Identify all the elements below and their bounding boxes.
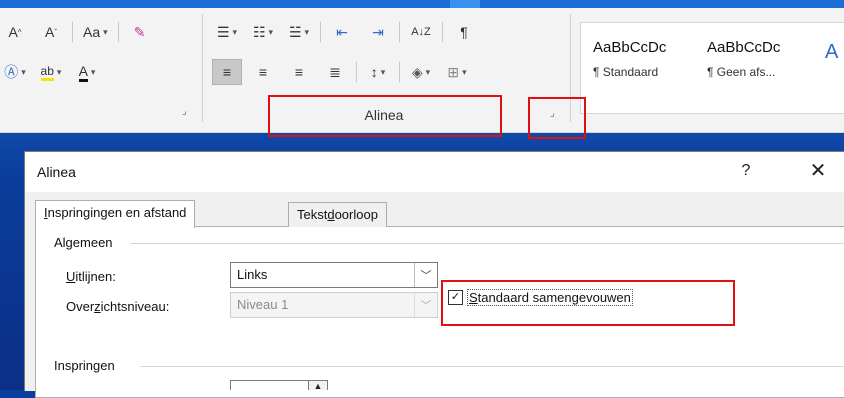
highlight-icon[interactable]: ab ▾ (36, 59, 66, 85)
help-button[interactable]: ? (733, 162, 759, 180)
outline-level-value: Niveau 1 (237, 297, 289, 312)
clear-formatting-icon[interactable]: ✎ (125, 19, 155, 45)
indent-left-spinner[interactable]: ▲ (230, 380, 328, 390)
style-geen-afstand[interactable]: AaBbCcDc ¶ Geen afs... (707, 33, 817, 79)
outline-level-select[interactable]: Niveau 1 ﹀ (230, 292, 438, 318)
show-formatting-marks-icon[interactable]: ¶ (449, 19, 479, 45)
paragraph-row-1: ☰ ▾ ☷ ▾ ☱ ▾ ⇤ ⇥ A↓Z ¶ (212, 18, 479, 46)
sort-icon[interactable]: A↓Z (406, 19, 436, 45)
highlight-box-checkbox (441, 280, 735, 326)
section-divider (140, 366, 844, 367)
close-button[interactable]: ✕ (803, 158, 833, 183)
dialog-title: Alinea (37, 164, 76, 180)
shading-icon[interactable]: ◈ ▾ (406, 59, 436, 85)
alignment-label: Uitlijnen: (66, 269, 116, 284)
section-general-title: Algemeen (54, 235, 119, 250)
separator (399, 22, 400, 42)
chevron-down-icon: ﹀ (414, 293, 437, 317)
line-spacing-icon[interactable]: ↕ ▾ (363, 59, 393, 85)
style-next-partial[interactable]: A (825, 41, 838, 64)
styles-gallery: AaBbCcDc ¶ Standaard AaBbCcDc ¶ Geen afs… (580, 22, 844, 114)
font-dialog-launcher-icon[interactable]: ⌟ (182, 106, 187, 117)
decrease-indent-icon[interactable]: ⇤ (327, 19, 357, 45)
desktop-light (450, 0, 480, 8)
paragraph-row-2: ≡ ≡ ≡ ≣ ↕ ▾ ◈ ▾ ⊞ ▾ (212, 58, 472, 86)
borders-icon[interactable]: ⊞ ▾ (442, 59, 472, 85)
highlight-box-launcher (528, 97, 586, 139)
multilevel-list-icon[interactable]: ☱ ▾ (284, 19, 314, 45)
separator (399, 62, 400, 82)
spinner-up-icon[interactable]: ▲ (308, 381, 327, 390)
section-indent-title: Inspringen (54, 358, 121, 373)
style-name: ¶ Standaard (593, 65, 659, 79)
highlight-box-paragraph-label (268, 95, 502, 137)
align-left-icon[interactable]: ≡ (212, 59, 242, 85)
separator (72, 22, 73, 42)
font-row-1: A ^ Aˇ Aa ▾ ✎ (0, 18, 155, 46)
group-separator (202, 14, 203, 122)
change-case-button[interactable]: Aa ▾ (79, 19, 112, 45)
bullets-icon[interactable]: ☰ ▾ (212, 19, 242, 45)
separator (117, 22, 119, 42)
text-effects-icon[interactable]: Ⓐ ▾ (0, 59, 30, 85)
indent-row-partial: ▲ (58, 378, 844, 390)
tab-line-page-breaks[interactable]: Tekstdoorloop (288, 202, 387, 227)
chevron-down-icon: ﹀ (414, 263, 437, 287)
style-name: ¶ Geen afs... (707, 65, 776, 79)
style-standaard[interactable]: AaBbCcDc ¶ Standaard (593, 33, 703, 79)
section-divider (130, 243, 844, 244)
align-right-icon[interactable]: ≡ (284, 59, 314, 85)
separator (320, 22, 321, 42)
outline-level-label: Overzichtsniveau: (66, 299, 170, 314)
grow-font-icon[interactable]: A ^ (0, 19, 30, 45)
numbering-icon[interactable]: ☷ ▾ (248, 19, 278, 45)
tab-indents-spacing[interactable]: Inspringingen en afstand (35, 200, 196, 228)
alignment-select[interactable]: Links ﹀ (230, 262, 438, 288)
style-sample: AaBbCcDc (593, 39, 667, 56)
shrink-font-icon[interactable]: Aˇ (36, 19, 66, 45)
align-center-icon[interactable]: ≡ (248, 59, 278, 85)
justify-icon[interactable]: ≣ (320, 59, 350, 85)
dialog-titlebar: Alinea ? ✕ (25, 152, 844, 192)
font-color-icon[interactable]: A ▾ (72, 59, 102, 85)
style-sample: AaBbCcDc (707, 39, 781, 56)
separator (442, 22, 443, 42)
alignment-value: Links (237, 267, 268, 282)
increase-indent-icon[interactable]: ⇥ (363, 19, 393, 45)
font-row-2: Ⓐ ▾ ab ▾ A ▾ (0, 58, 102, 86)
separator (356, 62, 357, 82)
